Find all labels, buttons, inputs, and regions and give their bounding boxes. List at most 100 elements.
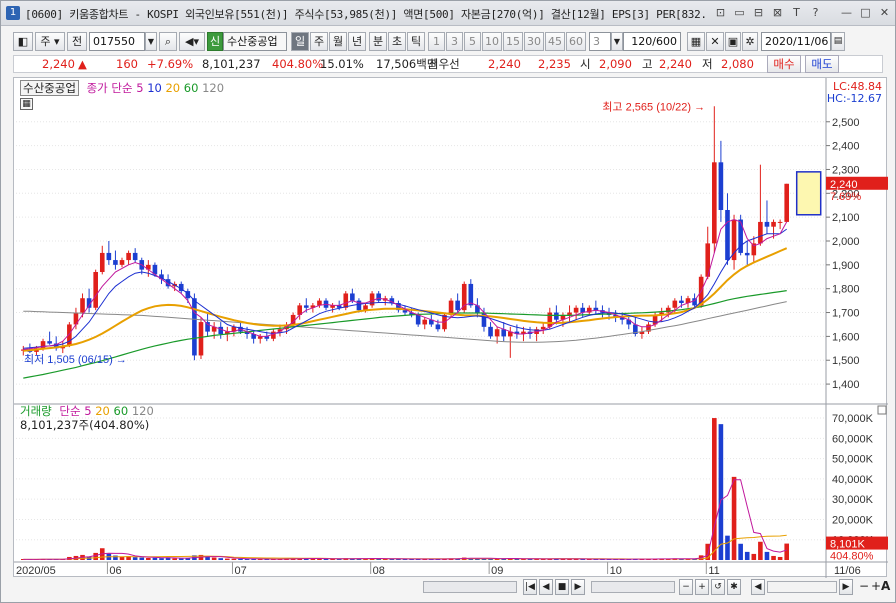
- candle-body: [665, 307, 671, 313]
- legend-ma10[interactable]: 10: [147, 81, 162, 95]
- layout-icon[interactable]: ◧: [13, 32, 33, 51]
- legend-ma-label[interactable]: 종가 단순: [87, 81, 133, 95]
- interval-45[interactable]: 45: [545, 32, 565, 51]
- range-field[interactable]: 120/600: [623, 32, 681, 51]
- help-icon[interactable]: ?: [809, 5, 822, 20]
- scroll-first-icon[interactable]: |◀: [523, 579, 537, 595]
- period-select[interactable]: 주 ▾: [35, 32, 65, 51]
- table-icon[interactable]: ▦: [20, 98, 33, 110]
- interval-5[interactable]: 5: [464, 32, 481, 51]
- title-buttons: ⊡ ▭ ⊟ ⊠ T ? — □ ✕: [714, 5, 891, 20]
- legend-vol-ma20[interactable]: 20: [95, 404, 110, 418]
- date-label: 2020/05: [16, 565, 56, 577]
- chart-scrollbar[interactable]: |◀ ◀ ■ ▶ − + ↺ ✱ ◀ ▶ − + A: [423, 579, 890, 597]
- sound-icon[interactable]: ◀▾: [179, 32, 205, 51]
- volume-bar: [93, 552, 98, 560]
- scroll-next-icon[interactable]: ▶: [571, 579, 585, 595]
- scroll-track[interactable]: [423, 581, 517, 593]
- stock-code-input[interactable]: 017550: [89, 32, 145, 51]
- save-icon[interactable]: ▣: [725, 32, 741, 51]
- zoom-in-icon[interactable]: +: [695, 579, 709, 595]
- scroll-right-icon[interactable]: ▶: [839, 579, 853, 595]
- close-icon[interactable]: ✕: [878, 5, 891, 20]
- candle-body: [468, 283, 474, 306]
- volume-bar: [777, 556, 783, 560]
- sell-button[interactable]: 매도: [805, 55, 839, 73]
- link-icon[interactable]: ⊡: [714, 5, 727, 20]
- interval-3[interactable]: 3: [446, 32, 463, 51]
- reset-icon[interactable]: ↺: [711, 579, 725, 595]
- legend-vol-ma60[interactable]: 60: [114, 404, 129, 418]
- chart-area[interactable]: 1,400 1,500 1,600 1,700 1,800 1,900 2,000 2,100…: [13, 77, 888, 578]
- legend-ma60[interactable]: 60: [184, 81, 199, 95]
- price-volume-chart[interactable]: 1,400 1,500 1,600 1,700 1,800 1,900 2,000 2,100…: [14, 78, 888, 578]
- interval-10[interactable]: 10: [482, 32, 502, 51]
- font-size-icon[interactable]: A: [881, 579, 890, 593]
- candle-body: [455, 300, 460, 311]
- pane-collapse-icon: [877, 405, 887, 415]
- zoom-track[interactable]: [591, 581, 675, 593]
- scroll-stop-icon[interactable]: ■: [555, 579, 569, 595]
- change-percent: +7.69%: [147, 57, 194, 71]
- zoom-out-icon[interactable]: −: [679, 579, 693, 595]
- legend-stock-name[interactable]: 수산중공업: [20, 80, 79, 96]
- interval-15[interactable]: 15: [503, 32, 523, 51]
- legend-ma5[interactable]: 5: [136, 81, 143, 95]
- candle-body: [376, 293, 381, 301]
- date-field[interactable]: 2020/11/06: [761, 32, 831, 51]
- new-badge[interactable]: 신: [207, 32, 223, 51]
- minimize-icon[interactable]: —: [840, 5, 853, 20]
- tab-week[interactable]: 주: [310, 32, 328, 51]
- legend-vol-ma120[interactable]: 120: [132, 404, 154, 418]
- search-icon[interactable]: ⌕: [159, 32, 177, 51]
- expand-icon[interactable]: +: [871, 579, 881, 593]
- settings-icon[interactable]: ✱: [727, 579, 741, 595]
- tab-minute[interactable]: 분: [369, 32, 387, 51]
- current-price: 2,240: [42, 57, 75, 71]
- interval-1[interactable]: 1: [428, 32, 445, 51]
- scroll-prev-icon[interactable]: ◀: [539, 579, 553, 595]
- restore-icon[interactable]: ▭: [733, 5, 746, 20]
- legend-ma20[interactable]: 20: [165, 81, 180, 95]
- candle-body: [198, 322, 204, 356]
- interval-30[interactable]: 30: [524, 32, 544, 51]
- shrink-icon[interactable]: −: [859, 579, 869, 593]
- legend-vol-ma5[interactable]: 5: [84, 404, 91, 418]
- calendar-icon[interactable]: ▤: [831, 32, 845, 51]
- code-dropdown-icon[interactable]: ▼: [145, 32, 157, 51]
- volume-bar: [751, 553, 757, 560]
- pin-icon[interactable]: ⊠: [771, 5, 784, 20]
- candle-body: [771, 221, 776, 227]
- volume-bar: [758, 541, 763, 560]
- tab-month[interactable]: 월: [329, 32, 347, 51]
- tab-year[interactable]: 년: [348, 32, 366, 51]
- tools-icon[interactable]: ✕: [706, 32, 724, 51]
- maximize-icon[interactable]: □: [859, 5, 872, 20]
- bid-price: 2,235: [538, 57, 571, 71]
- scroll-track-2[interactable]: [767, 581, 837, 593]
- legend-ma120[interactable]: 120: [202, 81, 224, 95]
- font-icon[interactable]: T: [790, 5, 803, 20]
- candle-body: [402, 310, 408, 313]
- legend-vol-ma-label[interactable]: 단순: [59, 404, 80, 418]
- scroll-left-icon[interactable]: ◀: [751, 579, 765, 595]
- date-label: 11/06: [834, 565, 861, 577]
- buy-button[interactable]: 매수: [767, 55, 801, 73]
- count-dropdown-icon[interactable]: ▼: [611, 32, 623, 51]
- gear-icon[interactable]: ✲: [742, 32, 758, 51]
- compact-icon[interactable]: ⊟: [752, 5, 765, 20]
- prev-button[interactable]: 전: [67, 32, 87, 51]
- legend-volume-label[interactable]: 거래량: [20, 404, 52, 418]
- count-field[interactable]: 3: [589, 32, 611, 51]
- tab-second[interactable]: 초: [388, 32, 406, 51]
- interval-60[interactable]: 60: [566, 32, 586, 51]
- price-tick-label: 1,500: [832, 355, 860, 367]
- turnover-rate: 15.01%: [320, 57, 364, 71]
- candle-body: [80, 298, 85, 313]
- price-tick-label: 2,500: [832, 117, 860, 129]
- candle-body: [777, 221, 783, 223]
- tab-day[interactable]: 일: [291, 32, 309, 51]
- tab-tick[interactable]: 틱: [407, 32, 425, 51]
- grid-icon[interactable]: ▦: [687, 32, 705, 51]
- candle-body: [126, 252, 131, 261]
